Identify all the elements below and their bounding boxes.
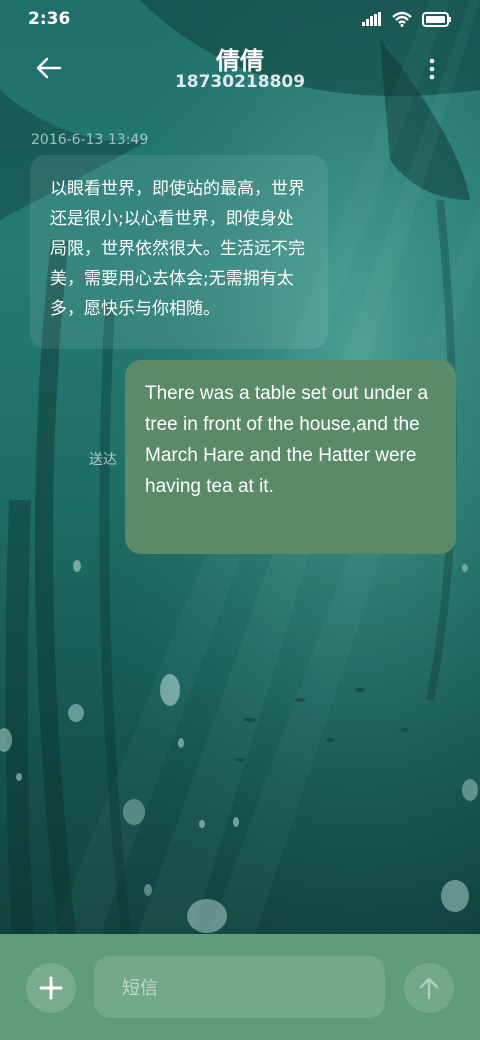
arrow-up-icon [419, 977, 439, 1000]
delivery-status: 送达 [89, 452, 117, 468]
incoming-message-text: 以眼看世界，即使站的最高，世界还是很小;以心看世界，即使身处局限，世界依然很大。… [50, 179, 305, 319]
incoming-message-bubble[interactable]: 以眼看世界，即使站的最高，世界还是很小;以心看世界，即使身处局限，世界依然很大。… [30, 155, 328, 349]
wifi-icon [392, 11, 412, 27]
message-timestamp: 2016-6-13 13:49 [31, 132, 149, 148]
plus-icon [39, 976, 63, 1000]
more-vertical-icon [429, 58, 435, 80]
outgoing-message-text: There was a table set out under a tree i… [145, 383, 429, 497]
battery-icon [422, 11, 451, 27]
signal-icon [362, 12, 381, 26]
message-input[interactable]: 短信 [94, 956, 385, 1018]
more-options-button[interactable] [424, 56, 440, 82]
status-bar: 2:36 [0, 0, 480, 38]
message-composer: 短信 [0, 934, 480, 1040]
outgoing-message-bubble[interactable]: There was a table set out under a tree i… [125, 360, 456, 554]
status-icons [362, 11, 452, 27]
send-button[interactable] [404, 963, 454, 1013]
add-attachment-button[interactable] [26, 963, 76, 1013]
contact-number: 18730218809 [174, 72, 306, 92]
status-time: 2:36 [28, 9, 71, 29]
conversation-header: 倩倩 18730218809 [0, 38, 480, 100]
contact-name: 倩倩 [216, 47, 264, 75]
message-input-placeholder: 短信 [122, 978, 158, 999]
